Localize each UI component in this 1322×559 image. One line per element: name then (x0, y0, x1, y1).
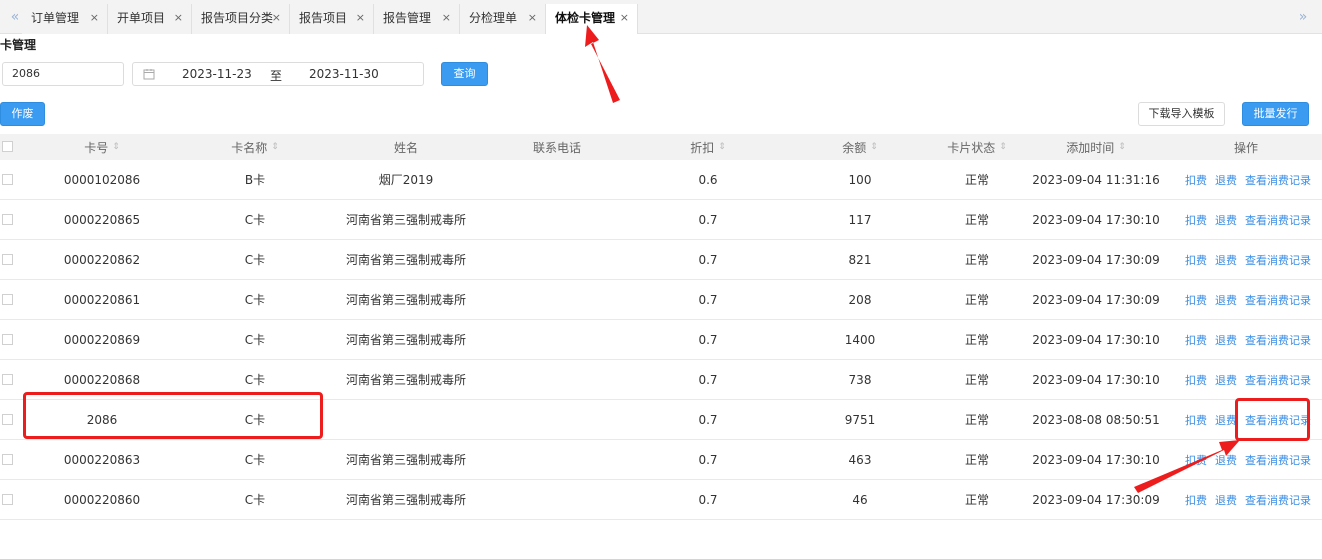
arrow-annotation (1134, 440, 1240, 493)
arrow-annotation (585, 25, 620, 103)
annotation-arrows (585, 25, 1240, 493)
